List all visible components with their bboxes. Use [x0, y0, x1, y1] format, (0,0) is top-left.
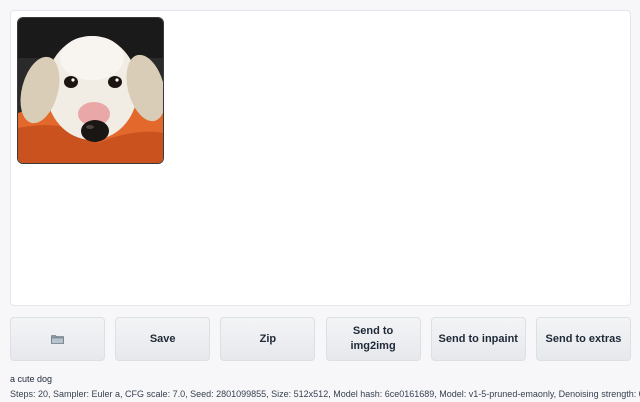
zip-button[interactable]: Zip [220, 317, 316, 361]
save-button[interactable]: Save [115, 317, 211, 361]
output-action-buttons: Save Zip Send to img2img Send to inpaint… [10, 317, 631, 361]
generated-image-thumbnail[interactable] [17, 17, 164, 164]
send-to-inpaint-button[interactable]: Send to inpaint [430, 317, 526, 361]
prompt-text: a cute dog [10, 374, 53, 384]
output-gallery [10, 10, 631, 306]
dog-image [18, 18, 163, 163]
send-to-extras-button[interactable]: Send to extras [535, 317, 631, 361]
folder-icon [51, 335, 64, 344]
open-folder-button[interactable] [10, 317, 105, 361]
generation-params-text: Steps: 20, Sampler: Euler a, CFG scale: … [10, 389, 640, 399]
send-to-img2img-button[interactable]: Send to img2img [325, 317, 421, 361]
txt2img-output-panel: Save Zip Send to img2img Send to inpaint… [0, 0, 640, 402]
